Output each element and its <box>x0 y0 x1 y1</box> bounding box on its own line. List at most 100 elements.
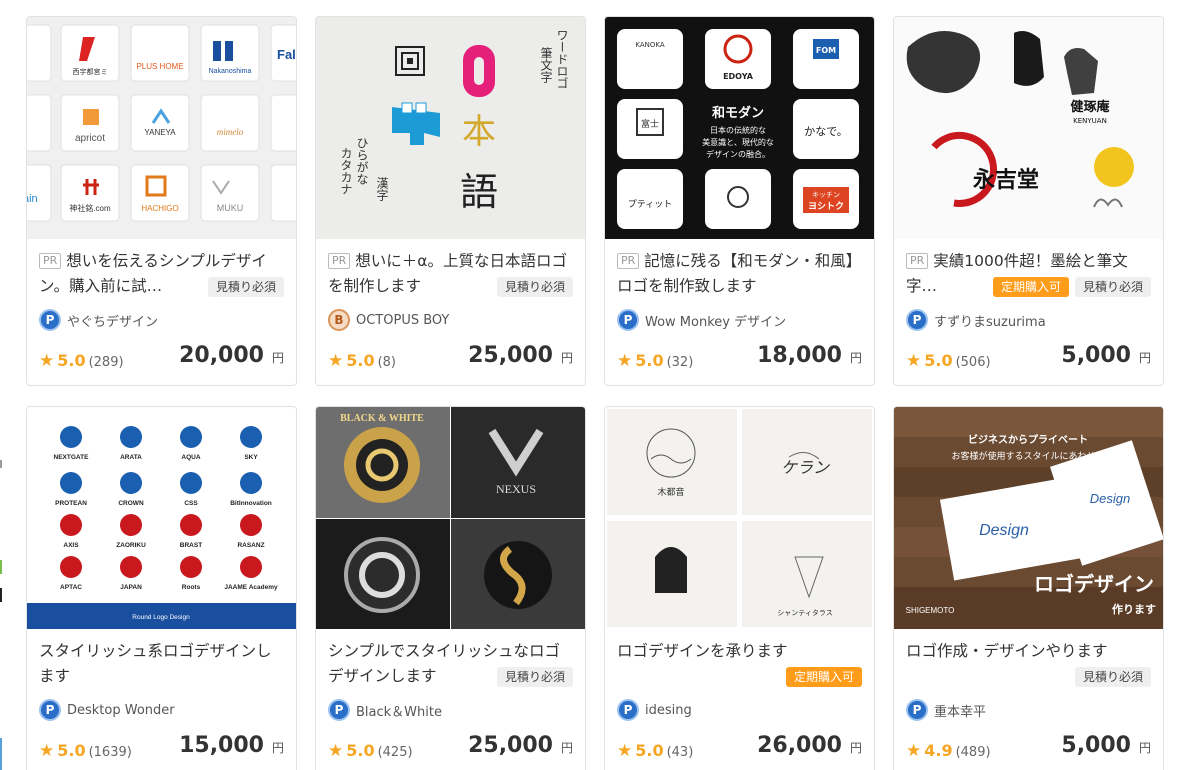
seller-info[interactable]: P Black＆White <box>328 699 442 721</box>
pr-badge: PR <box>39 253 62 269</box>
rating: ★ 4.9 (489) <box>906 741 991 761</box>
seller-name[interactable]: Wow Monkey デザイン <box>645 311 786 330</box>
estimate-required-tag: 見積り必須 <box>496 667 573 687</box>
seller-info[interactable]: P やぐちデザイン <box>39 309 158 331</box>
thumbnail-image[interactable]: 西宇都宮ミ PLUS HOME Nakanoshima apricot YANE… <box>27 17 296 239</box>
review-count: (43) <box>666 745 694 760</box>
seller-name[interactable]: やぐちデザイン <box>67 311 158 330</box>
price-unit: 円 <box>560 741 573 755</box>
price-unit: 円 <box>560 351 573 365</box>
estimate-required-tag: 見積り必須 <box>1074 667 1151 687</box>
rating-score: 5.0 <box>57 351 86 370</box>
price: 5,000 円 <box>1061 733 1151 758</box>
pro-badge-icon: P <box>906 309 928 331</box>
svg-text:NEXUS: NEXUS <box>496 482 536 496</box>
seller-info[interactable]: B OCTOPUS BOY <box>328 309 449 331</box>
seller-name[interactable]: すずりまsuzurima <box>934 311 1046 330</box>
pro-badge-icon: P <box>906 699 928 721</box>
service-title[interactable]: PR 記憶に残る【和モダン・和風】ロゴを制作致します <box>617 249 862 299</box>
price: 26,000 円 <box>757 733 862 758</box>
price-amount: 26,000 <box>757 733 842 758</box>
seller-name[interactable]: Desktop Wonder <box>67 703 175 718</box>
svg-text:CROWN: CROWN <box>118 500 144 507</box>
thumbnail-image[interactable]: ビジネスからプライベート お客様が使用するスタイルにあわせて Design De… <box>894 407 1163 629</box>
svg-text:漢字: 漢字 <box>375 177 389 201</box>
rating-score: 5.0 <box>635 741 664 760</box>
svg-text:JAAME Academy: JAAME Academy <box>224 584 278 591</box>
rating: ★ 5.0 (43) <box>617 741 693 761</box>
seller-name[interactable]: idesing <box>645 703 692 718</box>
price: 25,000 円 <box>468 733 573 758</box>
svg-text:SHIGEMOTO: SHIGEMOTO <box>906 606 955 615</box>
svg-text:RASANZ: RASANZ <box>237 542 264 549</box>
svg-text:ARATA: ARATA <box>120 454 142 461</box>
review-count: (32) <box>666 355 694 370</box>
service-title[interactable]: スタイリッシュ系ロゴデザインします <box>39 639 284 689</box>
thumbnail-image[interactable]: KANOKA EDOYA FOM 富士 和モダン 日本の伝統的な 美意識と、現代… <box>605 17 874 239</box>
svg-text:CSS: CSS <box>184 500 198 507</box>
rating-score: 5.0 <box>346 351 375 370</box>
seller-info[interactable]: P Desktop Wonder <box>39 699 175 721</box>
service-card[interactable]: 健琢庵 KENYUAN 永吉堂 PR 実績1000件超！墨絵と筆文字… 定期購入可… <box>893 16 1164 386</box>
service-card[interactable]: 西宇都宮ミ PLUS HOME Nakanoshima apricot YANE… <box>26 16 297 386</box>
pro-badge-icon: P <box>39 309 61 331</box>
rating: ★ 5.0 (506) <box>906 351 991 371</box>
service-card[interactable]: KANOKA EDOYA FOM 富士 和モダン 日本の伝統的な 美意識と、現代… <box>604 16 875 386</box>
svg-text:Fal: Fal <box>277 47 296 62</box>
service-card[interactable]: 木都音 ケラン シャンティタラス ロゴデザインを承ります 定期購入可 P ide… <box>604 406 875 770</box>
service-card[interactable]: BLACK & WHITE NEXUS シンプルでスタイリッシュなロゴデザインし… <box>315 406 586 770</box>
svg-text:PROTEAN: PROTEAN <box>55 500 87 507</box>
svg-text:ケラン: ケラン <box>781 458 830 477</box>
thumbnail-image[interactable]: 木都音 ケラン シャンティタラス <box>605 407 874 629</box>
price-amount: 18,000 <box>757 343 842 368</box>
seller-name[interactable]: Black＆White <box>356 701 442 720</box>
service-card[interactable]: NEXTGATE ARATA AQUA SKY PROTEAN CROWN CS… <box>26 406 297 770</box>
subscription-available-tag: 定期購入可 <box>785 667 862 687</box>
service-card[interactable]: ビジネスからプライベート お客様が使用するスタイルにあわせて Design De… <box>893 406 1164 770</box>
rating: ★ 5.0 (8) <box>328 351 396 371</box>
svg-text:デザインの融合。: デザインの融合。 <box>706 149 770 159</box>
svg-text:JAPAN: JAPAN <box>120 584 142 591</box>
left-edge-mark <box>0 738 2 770</box>
service-card[interactable]: 本 語 ワードロゴ 筆文字 ひらがな カタカナ 漢字 PR 想いに＋α。上質な日本… <box>315 16 586 386</box>
left-edge-mark <box>0 460 2 468</box>
price-amount: 5,000 <box>1061 733 1131 758</box>
svg-text:Round Logo Design: Round Logo Design <box>132 614 190 621</box>
logo-collection-illustration: 西宇都宮ミ PLUS HOME Nakanoshima apricot YANE… <box>27 17 296 239</box>
seller-info[interactable]: P idesing <box>617 699 692 721</box>
price: 25,000 円 <box>468 343 573 368</box>
thumbnail-image[interactable]: BLACK & WHITE NEXUS <box>316 407 585 629</box>
star-icon: ★ <box>906 351 922 371</box>
svg-text:BLACK & WHITE: BLACK & WHITE <box>340 413 424 424</box>
seller-info[interactable]: P Wow Monkey デザイン <box>617 309 786 331</box>
thumbnail-image[interactable]: 健琢庵 KENYUAN 永吉堂 <box>894 17 1163 239</box>
thumbnail-image[interactable]: 本 語 ワードロゴ 筆文字 ひらがな カタカナ 漢字 <box>316 17 585 239</box>
pro-badge-icon: P <box>39 699 61 721</box>
svg-text:ヨシトク: ヨシトク <box>808 201 844 212</box>
pr-badge: PR <box>617 253 640 269</box>
price-unit: 円 <box>271 351 284 365</box>
rating: ★ 5.0 (32) <box>617 351 693 371</box>
seller-info[interactable]: P 重本幸平 <box>906 699 986 721</box>
svg-text:Design: Design <box>1090 491 1130 506</box>
svg-text:PLUS HOME: PLUS HOME <box>136 62 183 71</box>
svg-text:MUKU: MUKU <box>217 203 244 213</box>
service-grid: 西宇都宮ミ PLUS HOME Nakanoshima apricot YANE… <box>26 16 1164 770</box>
line-logo-illustration: 木都音 ケラン シャンティタラス <box>605 407 874 629</box>
svg-text:FOM: FOM <box>816 46 836 55</box>
price-unit: 円 <box>849 351 862 365</box>
star-icon: ★ <box>39 741 55 761</box>
pro-badge-icon: P <box>617 309 639 331</box>
price: 18,000 円 <box>757 343 862 368</box>
estimate-required-tag: 見積り必須 <box>1074 277 1151 297</box>
seller-name[interactable]: 重本幸平 <box>934 701 986 720</box>
thumbnail-image[interactable]: NEXTGATE ARATA AQUA SKY PROTEAN CROWN CS… <box>27 407 296 629</box>
price: 20,000 円 <box>179 343 284 368</box>
svg-text:富士: 富士 <box>641 118 659 130</box>
seller-name[interactable]: OCTOPUS BOY <box>356 313 449 328</box>
subscription-available-tag: 定期購入可 <box>992 277 1069 297</box>
svg-text:ひらがな: ひらがな <box>355 137 369 185</box>
svg-text:西宇都宮ミ: 西宇都宮ミ <box>73 67 108 76</box>
seller-info[interactable]: P すずりまsuzurima <box>906 309 1046 331</box>
svg-text:日本の伝統的な: 日本の伝統的な <box>710 125 766 135</box>
